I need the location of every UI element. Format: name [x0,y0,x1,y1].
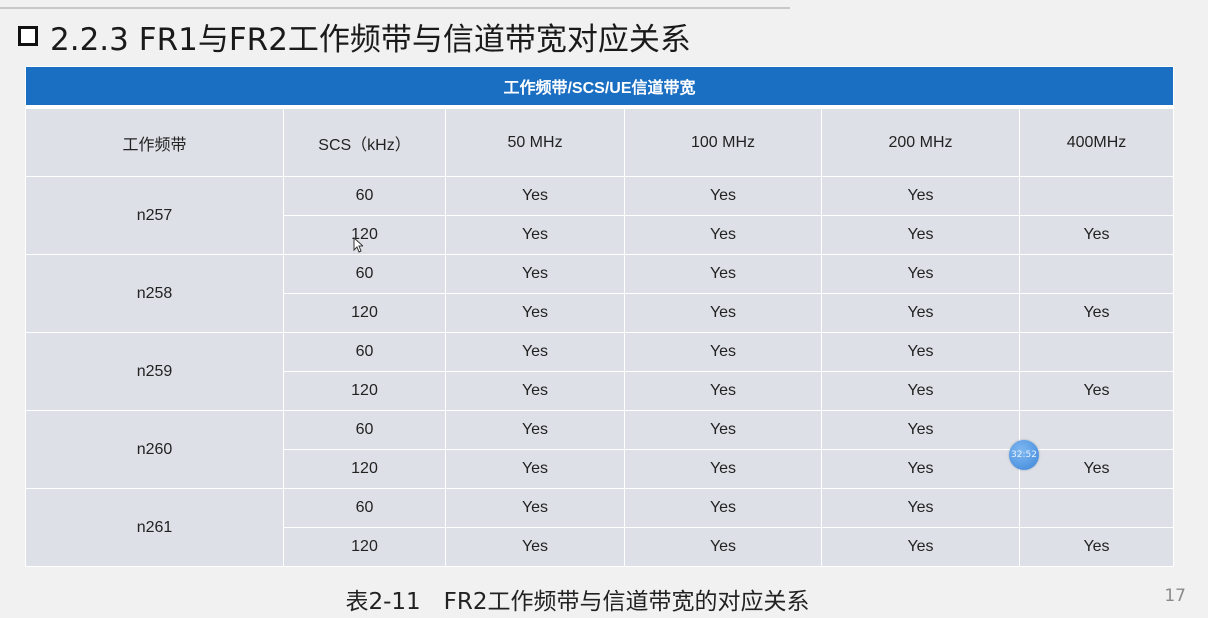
page-number: 17 [1164,586,1186,606]
scs-cell: 120 [283,371,446,411]
scs-cell: 120 [283,527,446,567]
header-100mhz: 100 MHz [624,106,822,177]
cell-200mhz: Yes [821,293,1020,333]
cell-50mhz: Yes [445,215,625,255]
cell-50mhz: Yes [445,488,625,528]
cell-50mhz: Yes [445,332,625,372]
cell-400mhz: Yes [1019,371,1174,411]
cell-400mhz [1019,488,1174,528]
cell-200mhz: Yes [821,332,1020,372]
cell-100mhz: Yes [624,176,822,216]
scs-cell: 60 [283,488,446,528]
cell-400mhz [1019,332,1174,372]
table-row: n261 60 Yes Yes Yes [25,488,1174,567]
cell-50mhz: Yes [445,527,625,567]
band-cell: n259 [25,332,284,411]
header-200mhz: 200 MHz [821,106,1020,177]
scs-cell: 60 [283,254,446,294]
scs-cell: 120 [283,215,446,255]
cell-100mhz: Yes [624,215,822,255]
timer-badge[interactable]: 32:52 [1009,440,1039,470]
cell-200mhz: Yes [821,449,1020,489]
cell-200mhz: Yes [821,527,1020,567]
band-cell: n261 [25,488,284,567]
cell-200mhz: Yes [821,215,1020,255]
cell-400mhz [1019,176,1174,216]
table-row: n257 60 Yes Yes Yes [25,176,1174,255]
cell-50mhz: Yes [445,371,625,411]
table-caption: 表2-11 FR2工作频带与信道带宽的对应关系 [345,589,810,615]
header-400mhz: 400MHz [1019,106,1174,177]
header-band: 工作频带 [25,106,284,177]
cell-100mhz: Yes [624,488,822,528]
cell-50mhz: Yes [445,176,625,216]
band-bandwidth-table: 工作频带/SCS/UE信道带宽 工作频带 SCS（kHz） 50 MHz 100… [25,66,1174,567]
cell-50mhz: Yes [445,449,625,489]
slide-title: 2.2.3 FR1与FR2工作频带与信道带宽对应关系 [50,21,691,58]
scs-cell: 60 [283,176,446,216]
cell-200mhz: Yes [821,254,1020,294]
cell-200mhz: Yes [821,488,1020,528]
table-row: n259 60 Yes Yes Yes [25,332,1174,411]
cell-400mhz: Yes [1019,293,1174,333]
square-bullet-icon [18,26,38,46]
cell-400mhz: Yes [1019,215,1174,255]
cell-100mhz: Yes [624,371,822,411]
cell-100mhz: Yes [624,410,822,450]
table-row: n258 60 Yes Yes Yes [25,254,1174,333]
scs-cell: 120 [283,293,446,333]
band-cell: n258 [25,254,284,333]
cell-200mhz: Yes [821,410,1020,450]
cell-100mhz: Yes [624,449,822,489]
cell-200mhz: Yes [821,176,1020,216]
top-divider [0,7,790,9]
band-cell: n257 [25,176,284,255]
cell-100mhz: Yes [624,332,822,372]
cell-50mhz: Yes [445,410,625,450]
table-row: n260 60 Yes Yes Yes [25,410,1174,489]
table-banner: 工作频带/SCS/UE信道带宽 [25,66,1174,109]
mouse-cursor-icon [353,237,363,253]
cell-200mhz: Yes [821,371,1020,411]
cell-400mhz: Yes [1019,527,1174,567]
cell-50mhz: Yes [445,254,625,294]
scs-cell: 60 [283,410,446,450]
cell-100mhz: Yes [624,527,822,567]
cell-400mhz: Yes [1019,449,1174,489]
scs-cell: 120 [283,449,446,489]
header-scs: SCS（kHz） [283,106,446,177]
band-cell: n260 [25,410,284,489]
cell-50mhz: Yes [445,293,625,333]
cell-400mhz [1019,254,1174,294]
cell-100mhz: Yes [624,254,822,294]
header-50mhz: 50 MHz [445,106,625,177]
scs-cell: 60 [283,332,446,372]
slide-title-row: 2.2.3 FR1与FR2工作频带与信道带宽对应关系 [18,14,691,58]
cell-400mhz [1019,410,1174,450]
cell-100mhz: Yes [624,293,822,333]
